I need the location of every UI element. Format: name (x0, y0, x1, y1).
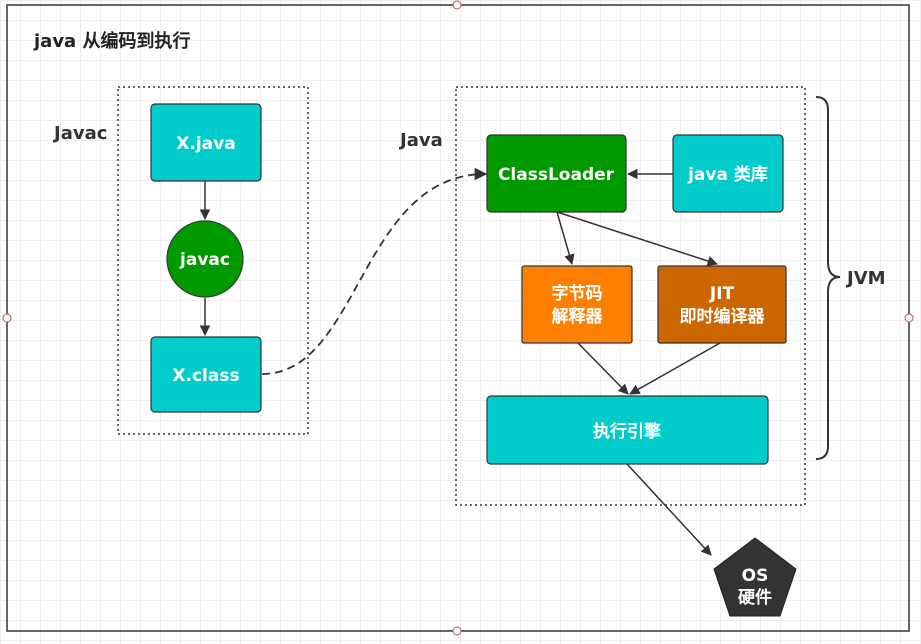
diagram-canvas: java 从编码到执行 Javac Java JVM X.java javac … (2, 0, 914, 636)
edge-engine-os (626, 463, 712, 556)
edge-xclass-classloader (261, 167, 488, 375)
frame-handle-left[interactable] (2, 313, 12, 323)
node-javac-label: javac (179, 250, 230, 270)
frame-handle-top[interactable] (452, 0, 462, 10)
node-bytecode-label-2: 解释器 (552, 306, 604, 327)
edge-classloader-jit (556, 211, 718, 267)
frame-handle-right[interactable] (904, 313, 914, 323)
node-classloader-label: ClassLoader (498, 165, 615, 185)
javac-group-label: Javac (52, 123, 107, 144)
jvm-brace (815, 96, 841, 460)
node-bytecode-label-1: 字节码 (552, 283, 603, 304)
jvm-label: JVM (845, 268, 886, 289)
node-xjava-label: X.java (176, 134, 235, 154)
node-jit-label-2: 即时编译器 (680, 306, 766, 327)
java-group-label: Java (398, 130, 443, 151)
node-execution-engine-label: 执行引擎 (593, 421, 662, 442)
edge-jit-engine (629, 342, 721, 395)
edge-bytecode-engine (577, 342, 629, 395)
node-jit-compiler[interactable] (657, 265, 787, 344)
frame-handle-bottom[interactable] (452, 626, 462, 636)
node-jit-label-1: JIT (709, 284, 735, 304)
node-xclass-label: X.class (172, 366, 239, 386)
node-javalib-label: java 类库 (687, 164, 768, 185)
node-os-label-2: 硬件 (738, 587, 772, 608)
node-bytecode-interpreter[interactable] (521, 265, 633, 344)
edge-classloader-bytecode (556, 211, 575, 266)
node-os-label-1: OS (742, 566, 769, 586)
diagram-title: java 从编码到执行 (33, 30, 190, 52)
